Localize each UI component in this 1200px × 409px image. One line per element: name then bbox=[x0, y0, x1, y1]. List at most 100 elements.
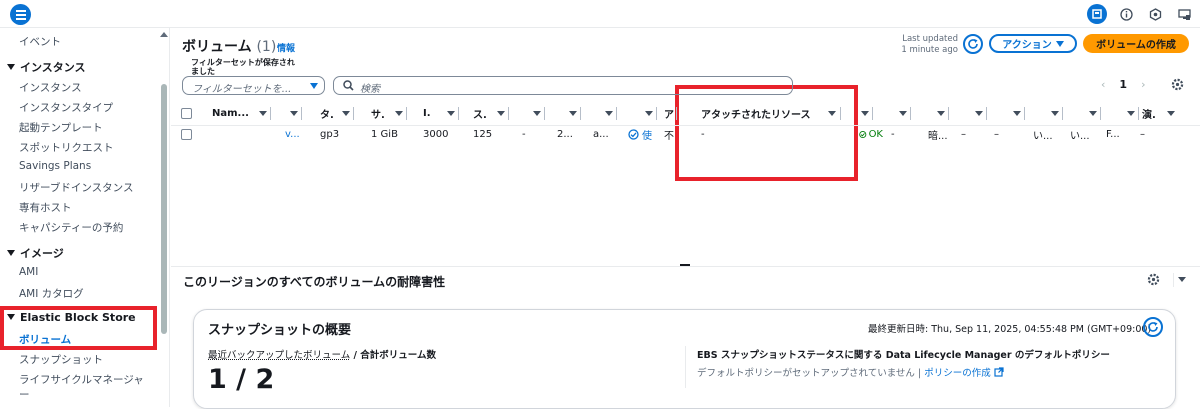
collapse-caret-icon bbox=[7, 64, 15, 70]
column-header-iops[interactable]: I. bbox=[407, 101, 459, 126]
sidebar-item-capacity-reservations[interactable]: キャパシティーの予約 bbox=[19, 220, 123, 235]
actions-button[interactable]: アクション bbox=[989, 34, 1077, 53]
column-header-attached-resources[interactable]: アタッチされたリソース bbox=[695, 101, 841, 126]
column-header-name[interactable]: Nam... bbox=[197, 101, 271, 126]
sidebar-item-instances[interactable]: インスタンス bbox=[19, 80, 82, 95]
top-navigation-bar bbox=[0, 0, 1200, 28]
row-checkbox[interactable] bbox=[181, 126, 195, 143]
sort-icon bbox=[533, 111, 541, 116]
sidebar-section-images[interactable]: イメージ bbox=[7, 245, 64, 261]
column-header-encryption[interactable]: 演. bbox=[1139, 101, 1179, 126]
search-input[interactable]: 検索 bbox=[333, 76, 793, 95]
backed-up-volumes-link[interactable]: 最近バックアップしたボリューム bbox=[208, 350, 350, 361]
cell-9: a... bbox=[593, 129, 609, 140]
column-header-size[interactable]: サ. bbox=[354, 101, 407, 126]
cell-state: 使 bbox=[628, 126, 658, 143]
column-header-status[interactable] bbox=[847, 101, 873, 126]
sort-icon bbox=[645, 111, 653, 116]
split-panel-drag-handle[interactable] bbox=[680, 264, 690, 266]
column-header-volume-id[interactable] bbox=[271, 101, 302, 126]
dropdown-caret-icon bbox=[310, 83, 318, 89]
snapshot-last-updated: 最終更新日時: Thu, Sep 11, 2025, 04:55:48 PM (… bbox=[868, 324, 1152, 335]
select-all-checkbox[interactable] bbox=[181, 101, 195, 126]
card-divider bbox=[685, 346, 686, 388]
panel-collapse-icon[interactable] bbox=[1173, 273, 1186, 287]
backup-ratio-label: 最近バックアップしたボリューム / 合計ボリューム数 bbox=[208, 347, 436, 361]
sort-icon bbox=[828, 111, 836, 116]
column-header-7[interactable] bbox=[509, 101, 545, 126]
refresh-button[interactable] bbox=[963, 34, 983, 54]
status-ok-icon bbox=[859, 130, 867, 139]
cell-state-text: 使 bbox=[642, 131, 652, 142]
sidebar-item-ami-catalog[interactable]: AMI カタログ bbox=[19, 286, 84, 301]
sidebar-section-instances[interactable]: インスタンス bbox=[7, 59, 86, 75]
sidebar-item-ami[interactable]: AMI bbox=[19, 266, 38, 278]
volume-id-link[interactable]: v... bbox=[285, 126, 301, 143]
column-header-13[interactable] bbox=[873, 101, 911, 126]
sidebar-item-reserved-instances[interactable]: リザーブドインスタンス bbox=[19, 180, 133, 195]
sort-icon bbox=[937, 111, 945, 116]
column-header-label: Nam... bbox=[212, 108, 249, 119]
column-header-11[interactable]: ア bbox=[657, 101, 677, 126]
backup-ratio-label-rest: / 合計ボリューム数 bbox=[350, 350, 437, 361]
cell-17: い... bbox=[1033, 131, 1053, 142]
collapse-caret-icon bbox=[7, 314, 15, 320]
column-header-10[interactable] bbox=[617, 101, 657, 126]
scroll-up-icon[interactable] bbox=[160, 32, 168, 37]
column-header-label: アタッチされたリソース bbox=[701, 110, 811, 121]
hamburger-menu-icon[interactable] bbox=[10, 4, 31, 25]
create-policy-link[interactable]: ポリシーの作成 bbox=[924, 368, 991, 379]
column-header-18[interactable] bbox=[1063, 101, 1101, 126]
create-volume-button[interactable]: ボリュームの作成 bbox=[1083, 34, 1189, 53]
sidebar-section-ebs[interactable]: Elastic Block Store bbox=[7, 311, 136, 324]
page-title-text: ボリューム bbox=[182, 39, 252, 55]
sidebar-navigation: イベント インスタンス インスタンス インスタンスタイプ 起動テンプレート スポ… bbox=[0, 28, 170, 407]
cell-size: 1 GiB bbox=[371, 129, 398, 140]
filter-set-select[interactable]: フィルターセットを... bbox=[182, 76, 325, 95]
sidebar-item-instance-types[interactable]: インスタンスタイプ bbox=[19, 100, 113, 115]
page-title: ボリューム (1) bbox=[182, 36, 276, 56]
column-header-14[interactable] bbox=[911, 101, 949, 126]
filter-set-label: フィルターセットが保存されました bbox=[191, 58, 295, 76]
status-check-icon bbox=[628, 129, 639, 140]
sidebar-item-lifecycle-manager[interactable]: ライフサイクルマネージャ bbox=[19, 372, 144, 387]
sidebar-scrollbar[interactable] bbox=[161, 84, 167, 334]
feedback-icon[interactable] bbox=[1174, 4, 1194, 24]
sidebar-item-volumes[interactable]: ボリューム bbox=[19, 332, 71, 347]
sidebar-item-dedicated-hosts[interactable]: 専有ホスト bbox=[19, 200, 72, 215]
prev-page-icon[interactable]: ‹ bbox=[1101, 78, 1105, 91]
column-header-9[interactable] bbox=[581, 101, 617, 126]
column-header-throughput[interactable]: ス. bbox=[459, 101, 509, 126]
sort-icon bbox=[975, 111, 983, 116]
table-settings-gear-icon[interactable] bbox=[1171, 78, 1184, 95]
panel-icon[interactable] bbox=[1087, 4, 1107, 24]
info-icon[interactable] bbox=[1116, 4, 1136, 24]
column-header-19[interactable] bbox=[1101, 101, 1139, 126]
volume-count: (1) bbox=[256, 39, 277, 55]
cell-13: - bbox=[891, 129, 895, 140]
cloudshell-icon[interactable] bbox=[1145, 4, 1165, 24]
cell-throughput: 125 bbox=[473, 129, 493, 140]
last-updated: Last updated 1 minute ago bbox=[876, 34, 958, 56]
sidebar-item-lifecycle-manager-wrap: ー bbox=[19, 389, 30, 401]
sidebar-item-snapshots[interactable]: スナップショット bbox=[19, 352, 103, 367]
sidebar-item-savings-plans[interactable]: Savings Plans bbox=[19, 160, 91, 172]
table-row[interactable]: v... gp3 1 GiB 3000 125 - 2... a... 使 不 … bbox=[171, 126, 1200, 143]
main-content: ボリューム (1) 情報 Last updated 1 minute ago ア… bbox=[171, 28, 1200, 409]
column-header-17[interactable] bbox=[1025, 101, 1063, 126]
cell-19: F... bbox=[1106, 129, 1120, 140]
sidebar-item-spot-requests[interactable]: スポットリクエスト bbox=[19, 140, 114, 155]
column-header-8[interactable] bbox=[545, 101, 581, 126]
next-page-icon[interactable]: › bbox=[1141, 78, 1145, 91]
column-header-16[interactable] bbox=[987, 101, 1025, 126]
snapshot-refresh-button[interactable] bbox=[1143, 317, 1163, 337]
sidebar-item-launch-templates[interactable]: 起動テンプレート bbox=[19, 120, 103, 135]
current-page[interactable]: 1 bbox=[1119, 78, 1127, 91]
panel-settings-gear-icon[interactable] bbox=[1147, 273, 1160, 290]
sidebar-item-events[interactable]: イベント bbox=[19, 34, 61, 49]
info-link[interactable]: 情報 bbox=[277, 41, 295, 54]
external-link-icon bbox=[994, 367, 1004, 377]
column-header-15[interactable] bbox=[949, 101, 987, 126]
sort-icon bbox=[1167, 111, 1175, 116]
column-header-type[interactable]: タ. bbox=[302, 101, 354, 126]
